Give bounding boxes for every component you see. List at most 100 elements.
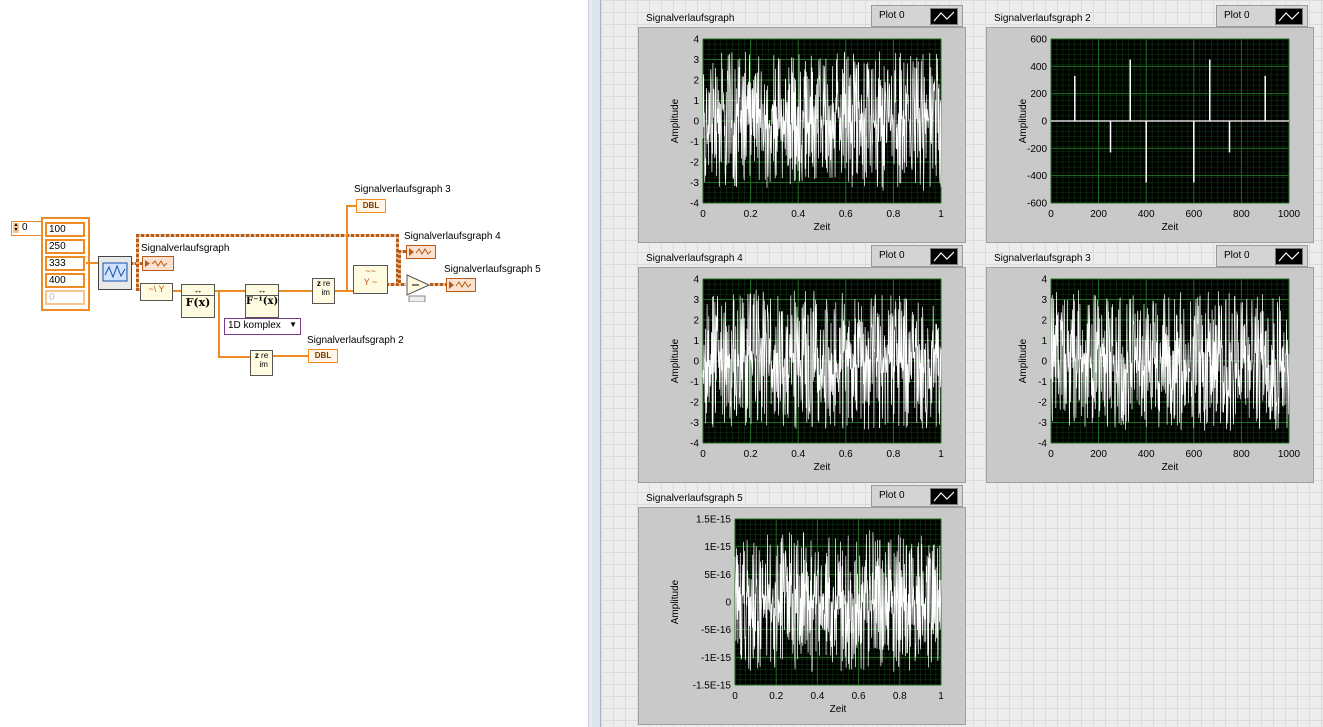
- graph5-terminal[interactable]: [446, 278, 476, 292]
- y-tick-label: 4: [693, 275, 699, 286]
- graph-plot-svg: 1.5E-151E-155E-160-5E-16-1E-15-1.5E-150 0…: [670, 515, 944, 716]
- build-waveform-node[interactable]: ~~ Y ~: [353, 265, 388, 294]
- x-tick-label: 0: [1048, 449, 1054, 460]
- wire[interactable]: [218, 290, 220, 358]
- y-tick-label: -2: [690, 158, 699, 169]
- arrows-icon: ↔: [182, 285, 214, 296]
- wire[interactable]: [278, 290, 312, 292]
- array-element[interactable]: 250: [45, 239, 85, 254]
- waveform-wire[interactable]: [398, 250, 406, 253]
- y-tick-label: -1.5E-15: [693, 681, 732, 692]
- y-tick-label: 0: [693, 357, 699, 368]
- plot-legend[interactable]: Plot 0: [871, 5, 963, 27]
- y-tick-label: 0: [1041, 117, 1047, 128]
- x-tick-label: 0: [1048, 209, 1054, 220]
- plot-legend[interactable]: Plot 0: [871, 245, 963, 267]
- legend-label: Plot 0: [1224, 250, 1250, 261]
- plot-style-icon[interactable]: [930, 488, 958, 505]
- y-tick-label: -5E-16: [701, 625, 731, 636]
- x-tick-label: 0: [732, 691, 738, 702]
- y-tick-label: 3: [1041, 295, 1047, 306]
- x-tick-label: 800: [1233, 209, 1250, 220]
- y-axis-label: Amplitude: [670, 579, 681, 624]
- waveform-icon: [102, 262, 128, 282]
- x-tick-label: 0.8: [893, 691, 907, 702]
- y-tick-label: -200: [1027, 144, 1047, 155]
- y-tick-label: -4: [1038, 439, 1047, 450]
- index-stepper-icon[interactable]: ▴ ▾: [13, 222, 19, 233]
- graph-plot-svg: 6004002000-200-400-6000 200 400 600 800 1000Z…: [1018, 35, 1301, 234]
- plot-style-icon[interactable]: [1275, 248, 1303, 265]
- x-tick-label: 0.4: [791, 449, 805, 460]
- waveform-wire[interactable]: [430, 283, 446, 286]
- y-tick-label: -4: [690, 439, 699, 450]
- wire[interactable]: [270, 355, 308, 357]
- get-waveform-y-node[interactable]: ~\ Y: [140, 283, 173, 301]
- wire[interactable]: [86, 262, 98, 264]
- waveform-wire[interactable]: [136, 234, 398, 237]
- x-tick-label: 0: [700, 209, 706, 220]
- array-element[interactable]: 100: [45, 222, 85, 237]
- y-axis-label: Amplitude: [670, 98, 681, 143]
- complex-to-re-im-node[interactable]: z re im: [312, 278, 335, 304]
- y-tick-label: -1: [690, 377, 699, 388]
- graph2-terminal[interactable]: DBL: [308, 349, 338, 363]
- x-tick-label: 1000: [1278, 209, 1301, 220]
- waveform-icon: [145, 260, 168, 267]
- graph3-terminal[interactable]: DBL: [356, 199, 386, 213]
- fft-node[interactable]: ↔ F(x): [181, 284, 215, 318]
- graph1-terminal[interactable]: [142, 256, 174, 271]
- complex-to-re-im-node[interactable]: z re im: [250, 350, 273, 376]
- legend-label: Plot 0: [879, 490, 905, 501]
- waveform-wire[interactable]: [398, 250, 401, 284]
- waveform-wire[interactable]: [386, 283, 406, 286]
- wire[interactable]: [333, 290, 353, 292]
- subtract-node[interactable]: [406, 274, 431, 303]
- x-axis-label: Zeit: [814, 222, 831, 233]
- graph-title: Signalverlaufsgraph 5: [646, 493, 743, 504]
- array-element[interactable]: 400: [45, 273, 85, 288]
- build-waveform-icon: ~~ Y ~: [363, 266, 378, 287]
- ifft-label: F⁻¹(x): [246, 296, 279, 307]
- y-tick-label: 0: [725, 598, 731, 609]
- plot-style-icon[interactable]: [930, 248, 958, 265]
- y-tick-label: 5E-16: [704, 570, 731, 581]
- x-tick-label: 1: [938, 691, 944, 702]
- graph4-label: Signalverlaufsgraph 4: [404, 231, 501, 242]
- wire[interactable]: [218, 356, 250, 358]
- graph-title: Signalverlaufsgraph 2: [994, 13, 1091, 24]
- array-element[interactable]: 0: [45, 290, 85, 305]
- x-tick-label: 0.6: [839, 449, 853, 460]
- y-tick-label: -3: [690, 178, 699, 189]
- wire[interactable]: [346, 205, 348, 291]
- plot-legend[interactable]: Plot 0: [871, 485, 963, 507]
- x-tick-label: 1: [938, 449, 944, 460]
- array-index-control[interactable]: ▴ ▾ 0: [11, 221, 43, 236]
- graph4-terminal[interactable]: [406, 245, 436, 259]
- wire[interactable]: [346, 205, 356, 207]
- waveform-wire[interactable]: [136, 234, 139, 290]
- y-tick-label: 1: [693, 96, 699, 107]
- plot-legend[interactable]: Plot 0: [1216, 5, 1308, 27]
- y-tick-label: 0: [693, 117, 699, 128]
- plot-style-icon[interactable]: [1275, 8, 1303, 25]
- signal-generator-node[interactable]: [98, 256, 132, 290]
- fft-type-dropdown[interactable]: 1D komplex ▼: [224, 318, 301, 335]
- y-tick-label: -3: [1038, 418, 1047, 429]
- array-element[interactable]: 333: [45, 256, 85, 271]
- fft-label: F(x): [185, 296, 211, 309]
- plot-style-icon[interactable]: [930, 8, 958, 25]
- x-tick-label: 0.2: [744, 209, 758, 220]
- vertical-scrollbar[interactable]: [592, 0, 601, 727]
- x-axis-label: Zeit: [1162, 222, 1179, 233]
- inverse-fft-node[interactable]: ↔ F⁻¹(x): [245, 284, 279, 318]
- y-tick-label: 0: [1041, 357, 1047, 368]
- y-tick-label: -1: [690, 137, 699, 148]
- plot-legend[interactable]: Plot 0: [1216, 245, 1308, 267]
- dropdown-arrow-icon[interactable]: ▼: [289, 320, 297, 329]
- waveform-icon: [409, 248, 432, 256]
- y-tick-label: -3: [690, 418, 699, 429]
- graph5-label: Signalverlaufsgraph 5: [444, 264, 541, 275]
- x-tick-label: 600: [1185, 209, 1202, 220]
- legend-label: Plot 0: [1224, 10, 1250, 21]
